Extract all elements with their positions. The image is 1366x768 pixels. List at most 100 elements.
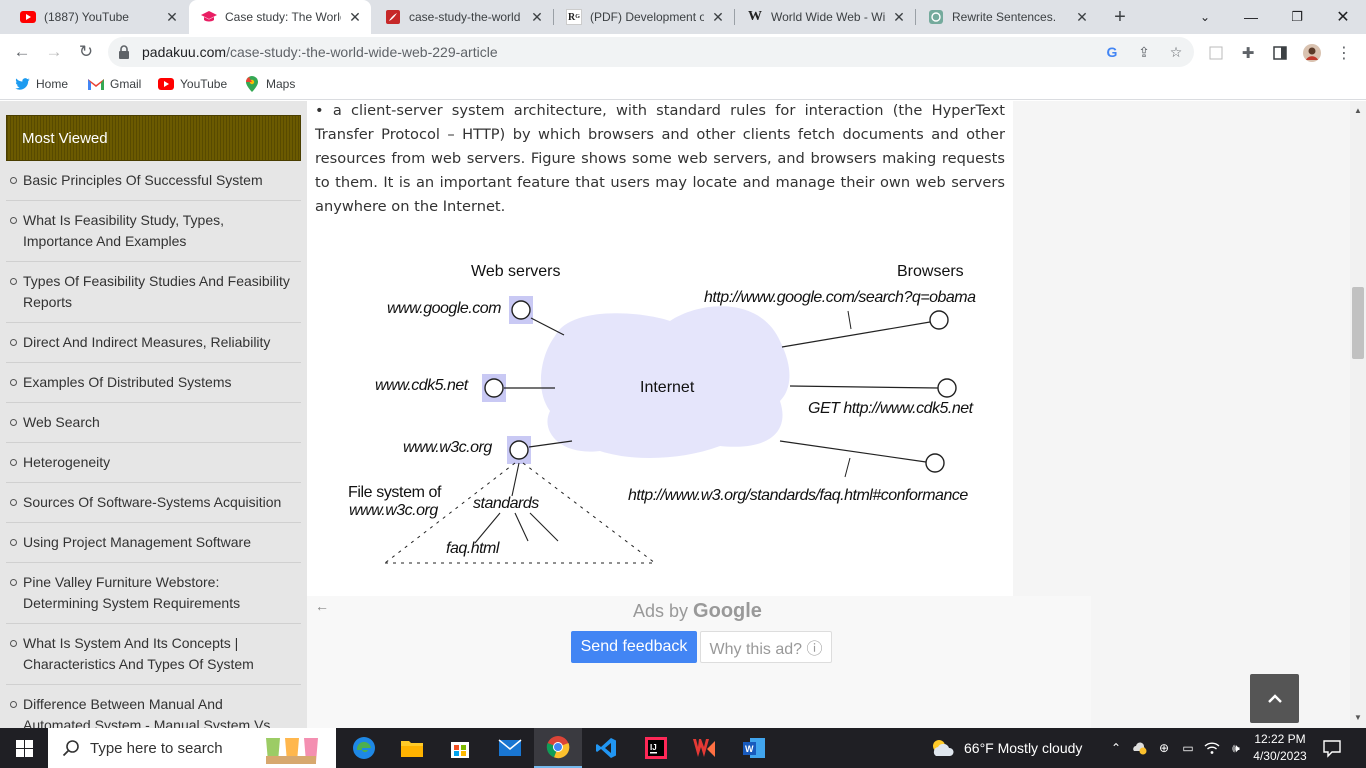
taskbar-edge[interactable] <box>340 728 388 768</box>
tab-pdf[interactable]: case-study-the-world ✕ <box>373 0 553 34</box>
why-this-ad-button[interactable]: Why this ad? ⓘ <box>700 631 832 663</box>
list-item-link[interactable]: Using Project Management Software <box>23 532 251 553</box>
list-item[interactable]: Types Of Feasibility Studies And Feasibi… <box>6 262 301 323</box>
bookmark-star-icon[interactable]: ☆ <box>1168 44 1184 60</box>
search-placeholder: Type here to search <box>90 739 223 757</box>
back-arrow-icon[interactable]: ← <box>315 598 329 614</box>
tab-search-chevron-icon[interactable]: ⌄ <box>1182 0 1228 34</box>
restore-button[interactable]: ❐ <box>1274 0 1320 34</box>
taskbar-vscode[interactable] <box>582 728 630 768</box>
bullet-icon <box>10 278 23 286</box>
taskbar-chrome[interactable] <box>534 728 582 768</box>
volume-icon[interactable]: 🕪 <box>1228 740 1244 756</box>
address-bar[interactable]: padakuu.com/case-study:-the-world-wide-w… <box>108 37 1194 67</box>
scroll-down-arrow-icon[interactable]: ▼ <box>1350 710 1366 726</box>
onedrive-warning-icon[interactable] <box>1132 740 1148 756</box>
meet-now-icon[interactable]: ⊕ <box>1156 740 1172 756</box>
extensions-puzzle-icon[interactable]: ✚ <box>1239 44 1257 62</box>
close-tab-icon[interactable]: ✕ <box>891 9 907 26</box>
request-label-w3: http://www.w3.org/standards/faq.html#con… <box>628 487 968 504</box>
web-architecture-figure: Web servers Browsers Internet www.google… <box>340 251 980 581</box>
google-translate-icon[interactable]: G <box>1104 44 1120 60</box>
bookmark-maps[interactable]: Maps <box>244 76 295 92</box>
list-item[interactable]: What Is System And Its Concepts | Charac… <box>6 624 301 685</box>
send-feedback-button[interactable]: Send feedback <box>571 631 697 663</box>
share-icon[interactable]: ⇪ <box>1136 44 1152 60</box>
list-item-link[interactable]: Basic Principles Of Successful System <box>23 170 263 191</box>
list-item[interactable]: Web Search <box>6 403 301 443</box>
close-tab-icon[interactable]: ✕ <box>710 9 726 26</box>
wps-icon <box>693 739 715 757</box>
close-tab-icon[interactable]: ✕ <box>1074 9 1090 26</box>
profile-avatar[interactable] <box>1303 44 1321 62</box>
tab-title: World Wide Web - Wi <box>771 10 885 24</box>
taskbar-search-box[interactable]: Type here to search <box>48 728 336 768</box>
list-item-link[interactable]: Examples Of Distributed Systems <box>23 372 232 393</box>
scroll-up-arrow-icon[interactable]: ▲ <box>1350 103 1366 119</box>
list-item[interactable]: Examples Of Distributed Systems <box>6 363 301 403</box>
start-button[interactable] <box>0 728 48 768</box>
list-item-link[interactable]: Difference Between Manual And Automated … <box>23 694 291 728</box>
close-tab-icon[interactable]: ✕ <box>529 9 545 26</box>
scrollbar-thumb[interactable] <box>1352 287 1364 359</box>
close-tab-icon[interactable]: ✕ <box>347 9 363 26</box>
list-item-link[interactable]: What Is Feasibility Study, Types, Import… <box>23 210 291 252</box>
tab-case-study[interactable]: Case study: The World ✕ <box>189 0 371 34</box>
list-item-link[interactable]: Pine Valley Furniture Webstore: Determin… <box>23 572 291 614</box>
tab-rewrite[interactable]: Rewrite Sentences. ✕ <box>916 0 1098 34</box>
bullet-icon <box>10 640 23 648</box>
battery-icon[interactable]: ▭ <box>1180 740 1196 756</box>
taskbar-store[interactable] <box>436 728 484 768</box>
standards-label: standards <box>473 495 539 512</box>
vertical-scrollbar[interactable]: ▲ ▼ <box>1350 101 1366 728</box>
scroll-to-top-button[interactable] <box>1250 674 1299 723</box>
tab-wikipedia[interactable]: W World Wide Web - Wi ✕ <box>735 0 915 34</box>
list-item-link[interactable]: Direct And Indirect Measures, Reliabilit… <box>23 332 270 353</box>
list-item-link[interactable]: Heterogeneity <box>23 452 110 473</box>
tab-researchgate[interactable]: RG (PDF) Development of ✕ <box>554 0 734 34</box>
minimize-button[interactable]: — <box>1228 0 1274 34</box>
browser-node-2 <box>937 378 957 398</box>
list-item-link[interactable]: What Is System And Its Concepts | Charac… <box>23 633 291 675</box>
notification-center-icon[interactable] <box>1322 738 1342 758</box>
bookmark-youtube[interactable]: YouTube <box>158 76 227 92</box>
tab-youtube[interactable]: (1887) YouTube ✕ <box>8 0 188 34</box>
list-item[interactable]: Basic Principles Of Successful System <box>6 161 301 201</box>
close-window-button[interactable]: ✕ <box>1320 0 1366 34</box>
bookmark-home[interactable]: Home <box>14 76 68 92</box>
pdf-icon <box>385 9 401 25</box>
taskbar-file-explorer[interactable] <box>388 728 436 768</box>
weather-widget[interactable]: 66°F Mostly cloudy <box>930 728 1082 768</box>
taskbar-intellij[interactable]: IJ <box>632 728 680 768</box>
taskbar-mail[interactable] <box>486 728 534 768</box>
server-label-w3c: www.w3c.org <box>403 439 492 456</box>
ads-by-google: Ads by Google <box>633 600 762 622</box>
menu-kebab-icon[interactable]: ⋮ <box>1335 44 1353 62</box>
search-icon <box>62 740 79 757</box>
system-clock[interactable]: 12:22 PM 4/30/2023 <box>1252 731 1308 765</box>
list-item[interactable]: Heterogeneity <box>6 443 301 483</box>
list-item[interactable]: Direct And Indirect Measures, Reliabilit… <box>6 323 301 363</box>
new-tab-button[interactable]: + <box>1108 5 1132 29</box>
back-button[interactable]: ← <box>10 40 34 64</box>
list-item[interactable]: Using Project Management Software <box>6 523 301 563</box>
list-item[interactable]: Sources Of Software-Systems Acquisition <box>6 483 301 523</box>
bookmark-gmail[interactable]: Gmail <box>88 76 141 92</box>
list-item-link[interactable]: Types Of Feasibility Studies And Feasibi… <box>23 271 291 313</box>
wifi-icon[interactable] <box>1204 740 1220 756</box>
forward-button[interactable]: → <box>42 40 66 64</box>
list-item-link[interactable]: Web Search <box>23 412 100 433</box>
close-tab-icon[interactable]: ✕ <box>164 9 180 26</box>
taskbar-word[interactable]: W <box>730 728 778 768</box>
lock-icon[interactable] <box>118 45 130 59</box>
taskbar-wps[interactable] <box>680 728 728 768</box>
list-item-link[interactable]: Sources Of Software-Systems Acquisition <box>23 492 281 513</box>
extension-square-icon[interactable] <box>1207 44 1225 62</box>
reload-button[interactable]: ↻ <box>74 40 98 64</box>
list-item[interactable]: Difference Between Manual And Automated … <box>6 685 301 728</box>
list-item[interactable]: Pine Valley Furniture Webstore: Determin… <box>6 563 301 624</box>
side-panel-icon[interactable] <box>1271 44 1289 62</box>
list-item[interactable]: What Is Feasibility Study, Types, Import… <box>6 201 301 262</box>
bullet-icon <box>10 177 23 185</box>
chevron-up-icon[interactable]: ⌃ <box>1108 740 1124 756</box>
